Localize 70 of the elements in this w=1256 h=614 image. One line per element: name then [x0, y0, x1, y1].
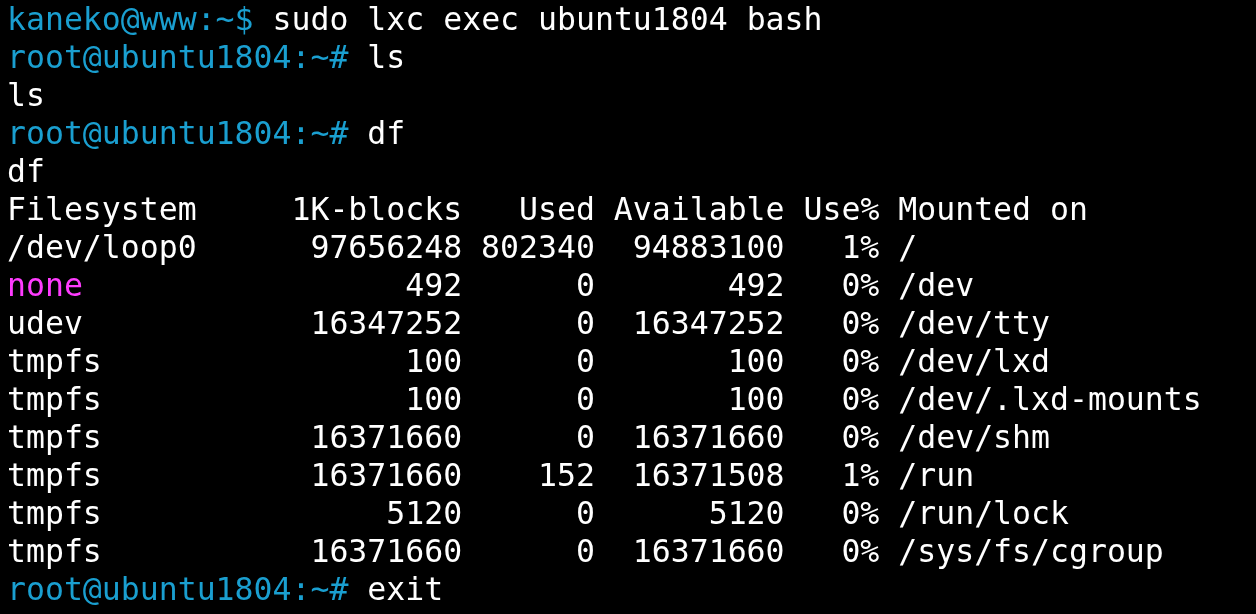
- command-text: exit: [367, 571, 444, 607]
- table-cell: 802340: [481, 228, 595, 266]
- table-cell: 0: [575, 342, 595, 380]
- table-cell: 16347252: [632, 304, 785, 342]
- table-cell: tmpfs: [7, 418, 102, 456]
- table-cell: tmpfs: [7, 494, 102, 532]
- output-text: ls: [7, 77, 45, 113]
- table-cell: 0: [575, 304, 595, 342]
- table-cell: 0%: [841, 532, 880, 570]
- table-cell: /run: [898, 456, 975, 494]
- column-header: Filesystem: [7, 190, 197, 228]
- table-cell: 492: [405, 266, 463, 304]
- table-cell: /dev/lxd: [898, 342, 1050, 380]
- table-cell: 1%: [841, 456, 880, 494]
- table-cell: /dev/loop0: [7, 228, 197, 266]
- table-cell: 152: [538, 456, 595, 494]
- table-cell: 16371660: [632, 418, 785, 456]
- table-cell: 97656248: [310, 228, 463, 266]
- table-cell: 0%: [841, 304, 880, 342]
- table-cell: 100: [727, 380, 785, 418]
- table-cell: tmpfs: [7, 342, 102, 380]
- table-cell: 0%: [841, 380, 880, 418]
- table-cell: 5120: [386, 494, 463, 532]
- table-cell: none: [7, 266, 83, 304]
- table-cell: 16371660: [310, 418, 463, 456]
- output-text: df: [7, 153, 45, 189]
- table-cell: 16371660: [310, 532, 463, 570]
- command-text: ls: [367, 39, 406, 75]
- column-header: Mounted on: [898, 190, 1088, 228]
- table-cell: 0%: [841, 342, 880, 380]
- table-cell: 0: [575, 494, 595, 532]
- table-cell: 0: [575, 532, 595, 570]
- column-header: Available: [613, 190, 785, 228]
- shell-prompt: root@ubuntu1804:~#: [7, 115, 349, 151]
- table-cell: tmpfs: [7, 456, 102, 494]
- table-cell: 1%: [841, 228, 880, 266]
- table-cell: 16371660: [632, 532, 785, 570]
- table-cell: /dev/tty: [898, 304, 1050, 342]
- column-header: 1K-blocks: [291, 190, 463, 228]
- table-cell: 16347252: [310, 304, 463, 342]
- table-cell: 100: [405, 380, 463, 418]
- command-text: df: [367, 115, 406, 151]
- table-cell: /dev/shm: [898, 418, 1050, 456]
- table-cell: 100: [405, 342, 463, 380]
- table-cell: 0%: [841, 266, 880, 304]
- table-cell: 0: [575, 418, 595, 456]
- table-cell: 16371508: [632, 456, 785, 494]
- table-cell: 5120: [708, 494, 785, 532]
- shell-prompt: root@ubuntu1804:~#: [7, 39, 349, 75]
- table-cell: /run/lock: [898, 494, 1069, 532]
- table-cell: 0%: [841, 418, 880, 456]
- table-cell: /sys/fs/cgroup: [898, 532, 1164, 570]
- table-cell: /dev: [898, 266, 975, 304]
- table-cell: 94883100: [632, 228, 785, 266]
- table-cell: 492: [727, 266, 785, 304]
- table-cell: /: [898, 228, 918, 266]
- table-cell: udev: [7, 304, 83, 342]
- table-cell: 0: [575, 380, 595, 418]
- shell-prompt: kaneko@www:~$: [7, 1, 254, 37]
- table-cell: /dev/.lxd-mounts: [898, 380, 1202, 418]
- table-cell: 0: [575, 266, 595, 304]
- shell-prompt: root@ubuntu1804:~#: [7, 571, 349, 607]
- column-header: Use%: [803, 190, 880, 228]
- column-header: Used: [519, 190, 595, 228]
- table-cell: 16371660: [310, 456, 463, 494]
- table-cell: 0%: [841, 494, 880, 532]
- table-cell: tmpfs: [7, 532, 102, 570]
- table-cell: 100: [727, 342, 785, 380]
- table-cell: tmpfs: [7, 380, 102, 418]
- command-text: sudo lxc exec ubuntu1804 bash: [272, 1, 823, 37]
